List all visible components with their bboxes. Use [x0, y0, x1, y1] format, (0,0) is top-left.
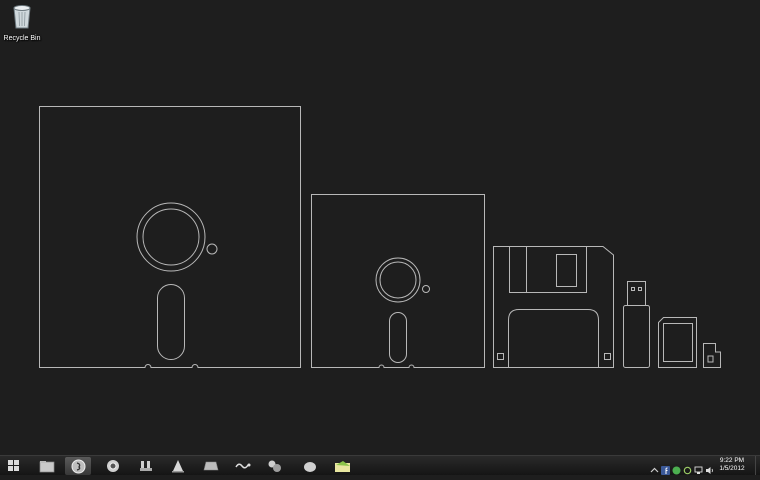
taskbar-app-7[interactable]: [230, 457, 256, 475]
recycle-bin-shortcut[interactable]: Recycle Bin: [2, 3, 42, 43]
8-inch-floppy-disk: [39, 106, 301, 368]
stone-icon: [304, 461, 316, 472]
taskbar-app-9[interactable]: [297, 457, 323, 475]
recycle-bin-label: Recycle Bin: [3, 35, 41, 42]
taskbar-vlc[interactable]: [165, 457, 191, 475]
link-icon: [235, 463, 251, 469]
taskbar-app-10[interactable]: [329, 457, 355, 475]
windows-start-icon: [8, 460, 19, 471]
orbs-icon: [268, 460, 281, 472]
tower-icon: [140, 461, 152, 471]
show-desktop-button[interactable]: [755, 456, 760, 475]
box-icon: [203, 461, 219, 471]
system-clock[interactable]: 9:22 PM 1/5/2012: [710, 457, 754, 473]
network-icon[interactable]: [694, 462, 703, 474]
taskbar-app-4[interactable]: [133, 457, 159, 475]
taskbar-app-6[interactable]: [198, 457, 224, 475]
clock-time: 9:22 PM: [719, 457, 745, 464]
folder-icon: [39, 460, 55, 472]
expand-arrow-icon[interactable]: [650, 462, 659, 472]
3.5-inch-floppy-disk: [493, 246, 614, 368]
folder-alt-icon: [334, 460, 350, 472]
green-app-icon[interactable]: [672, 462, 681, 474]
sd-card: [658, 317, 697, 368]
recycle-bin-icon: [13, 5, 31, 29]
media-disc-icon: [71, 459, 85, 473]
chrome-icon: [107, 460, 119, 472]
usb-flash-drive: [623, 281, 650, 368]
clock-date: 1/5/2012: [719, 465, 745, 472]
start-button[interactable]: [1, 457, 27, 475]
facebook-icon[interactable]: [661, 462, 670, 475]
system-tray: [650, 459, 714, 475]
taskbar: 9:22 PM 1/5/2012: [0, 455, 760, 475]
microsd-card: [703, 343, 721, 368]
taskbar-chrome[interactable]: [100, 457, 126, 475]
taskbar-app-8[interactable]: [262, 457, 288, 475]
5.25-inch-floppy-disk: [311, 194, 485, 368]
desktop-wallpaper: [39, 106, 721, 368]
taskbar-media-app[interactable]: [65, 457, 91, 475]
sync-icon[interactable]: [683, 462, 692, 474]
cone-icon: [172, 460, 184, 473]
taskbar-file-explorer[interactable]: [34, 457, 60, 475]
